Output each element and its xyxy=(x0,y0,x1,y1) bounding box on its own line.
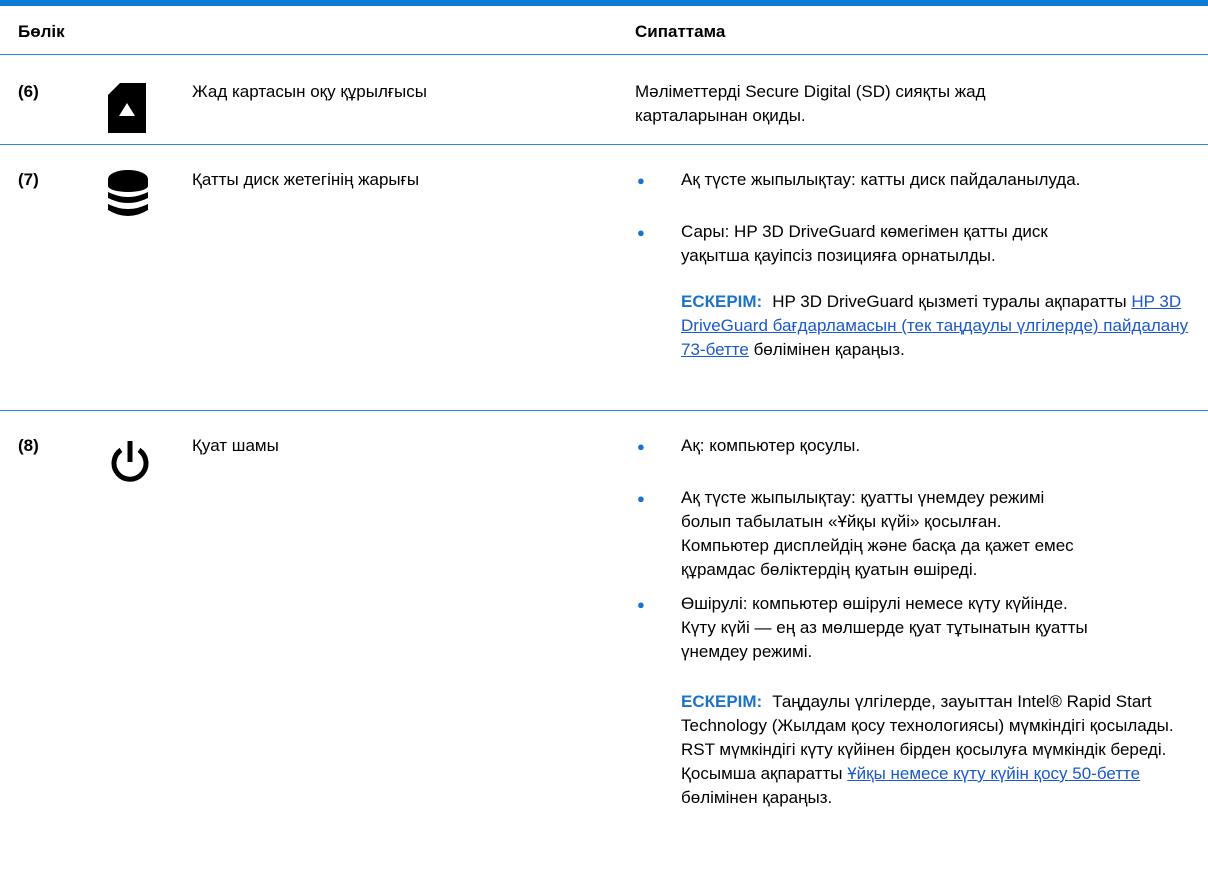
row-6-component-name: Жад картасын оқу құрылғысы xyxy=(192,82,427,101)
bullet-dot: ● xyxy=(637,173,645,188)
note-label: ЕСКЕРІМ: xyxy=(681,292,763,311)
row-8-bullet-1: Ақ: компьютер қосулы. xyxy=(681,436,861,455)
row-8-component-name: Қуат шамы xyxy=(192,436,279,455)
row-7-bullet-2: Сары: HP 3D DriveGuard көмегімен қатты д… xyxy=(681,222,1048,265)
bullet-dot: ● xyxy=(637,491,645,506)
row-7-bullet-1: Ақ түсте жыпылықтау: катты диск пайдалан… xyxy=(681,170,1081,189)
row-divider xyxy=(0,144,1208,145)
bullet-dot: ● xyxy=(637,225,645,240)
row-6-description: Мәліметтерді Secure Digital (SD) сияқты … xyxy=(635,82,986,125)
row-7-number: (7) xyxy=(18,170,39,189)
row-6-number: (6) xyxy=(18,82,39,101)
header-rule xyxy=(0,54,1208,55)
row-7-note: ЕСКЕРІМ: HP 3D DriveGuard қызметі туралы … xyxy=(681,292,1189,359)
sd-card-icon xyxy=(108,83,146,133)
top-accent-bar xyxy=(0,0,1208,6)
bullet-dot: ● xyxy=(637,597,645,612)
row-8-bullet-2: Ақ түсте жыпылықтау: қуатты үнемдеу режи… xyxy=(681,488,1074,579)
link-sleep-hibernate[interactable]: Ұйқы немесе күту күйін қосу 50-бетте xyxy=(847,764,1140,783)
bullet-dot: ● xyxy=(637,439,645,454)
header-description: Сипаттама xyxy=(635,22,726,41)
row-divider xyxy=(0,410,1208,411)
header-part: Бөлік xyxy=(18,22,65,41)
note-label: ЕСКЕРІМ: xyxy=(681,692,763,711)
row-8-number: (8) xyxy=(18,436,39,455)
hard-drive-stack-icon xyxy=(108,170,148,216)
row-8-bullet-3: Өшірулі: компьютер өшірулі немесе күту к… xyxy=(681,594,1088,661)
row-7-component-name: Қатты диск жетегінің жарығы xyxy=(192,170,420,189)
row-8-note: ЕСКЕРІМ: Таңдаулы үлгілерде, зауыттан Int… xyxy=(681,692,1174,807)
power-icon xyxy=(111,441,149,482)
